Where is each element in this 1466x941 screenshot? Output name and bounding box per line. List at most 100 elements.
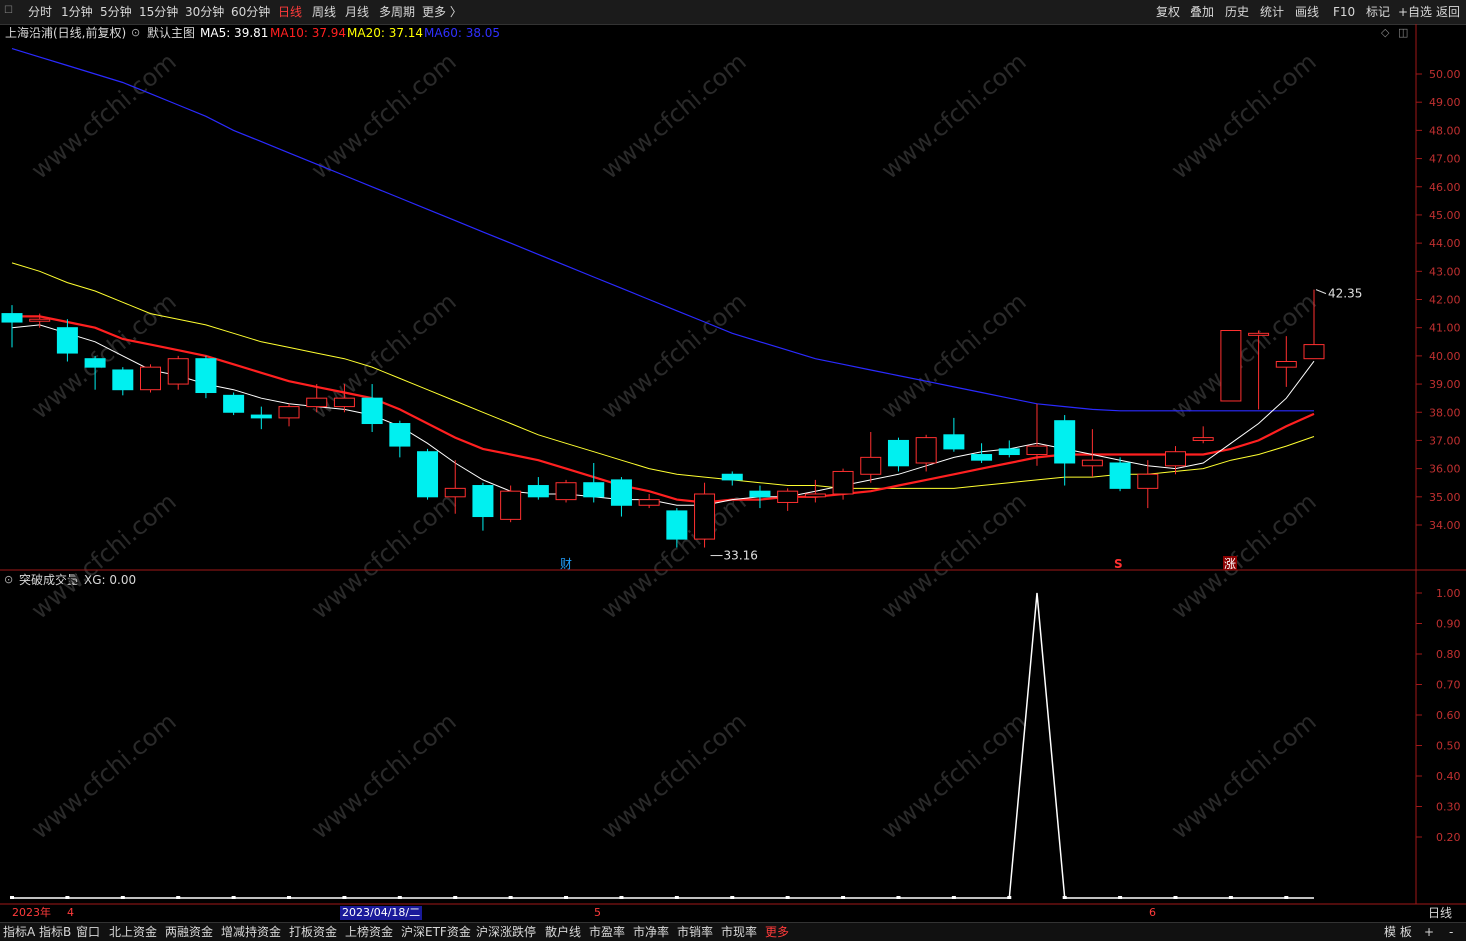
candle-body <box>666 510 688 540</box>
sub-y-tick-label: 0.80 <box>1436 648 1461 661</box>
watermark-text: www.cfchi.com <box>596 287 752 424</box>
candle <box>140 364 162 393</box>
candle-body <box>527 485 549 498</box>
candle <box>804 479 826 503</box>
watermark-text: www.cfchi.com <box>876 487 1032 624</box>
candle-body <box>915 437 937 464</box>
y-tick-label: 37.00 <box>1429 434 1461 447</box>
y-tick-label: 38.00 <box>1429 406 1461 419</box>
candle <box>417 448 439 500</box>
candle-body <box>832 470 854 495</box>
candle-body <box>1248 332 1270 336</box>
y-tick-label: 49.00 <box>1429 96 1461 109</box>
watermark-text: www.cfchi.com <box>26 487 182 624</box>
candle-body <box>444 487 466 498</box>
candle-body <box>361 397 383 425</box>
watermark-text: www.cfchi.com <box>1166 47 1322 184</box>
tab-top-list-fund[interactable]: 上榜资金 <box>345 924 393 940</box>
candle-body <box>29 318 51 322</box>
zoom-out-button[interactable]: - <box>1449 924 1453 940</box>
y-tick-label: 40.00 <box>1429 350 1461 363</box>
y-tick-label: 35.00 <box>1429 491 1461 504</box>
tab-pe[interactable]: 市盈率 <box>589 924 625 940</box>
candle-body <box>84 358 106 368</box>
candle <box>1109 457 1131 492</box>
xg-point <box>287 896 292 899</box>
watermark-text: www.cfchi.com <box>26 707 182 844</box>
candle-body <box>1275 361 1297 368</box>
y-tick-label: 45.00 <box>1429 209 1461 222</box>
zoom-in-button[interactable]: + <box>1424 924 1434 940</box>
candle <box>527 477 549 500</box>
xg-point <box>1284 896 1289 899</box>
candle <box>250 406 272 430</box>
watermark-text: www.cfchi.com <box>1166 707 1322 844</box>
watermark-text: www.cfchi.com <box>306 47 462 184</box>
x-label-june: 6 <box>1149 906 1156 919</box>
candle-body <box>860 456 882 475</box>
candle <box>112 367 134 396</box>
candle <box>1137 460 1159 509</box>
candle-body <box>56 327 78 354</box>
tab-indicator-b[interactable]: 指标B <box>39 924 71 940</box>
xg-line <box>12 592 1314 899</box>
candle <box>472 482 494 531</box>
tab-more[interactable]: 更多 <box>765 924 789 940</box>
tab-retail-line[interactable]: 散户线 <box>545 924 581 940</box>
candle <box>749 485 771 509</box>
candle-body <box>610 479 632 506</box>
xg-point <box>785 896 790 899</box>
xg-point <box>176 896 181 899</box>
tab-etf-fund[interactable]: 沪深ETF资金 <box>401 924 471 940</box>
tab-holding-change[interactable]: 增减持资金 <box>221 924 281 940</box>
main-y-axis: 34.00 35.00 36.00 37.00 38.00 39.00 40.00 41.00… <box>1416 68 1461 532</box>
tab-limit-stats[interactable]: 沪深涨跌停 <box>476 924 536 940</box>
xg-point <box>619 896 624 899</box>
candle <box>943 417 965 452</box>
tab-pb[interactable]: 市净率 <box>633 924 669 940</box>
sub-y-tick-label: 0.70 <box>1436 679 1461 692</box>
xg-point <box>951 896 956 899</box>
x-label-april: 4 <box>67 906 74 919</box>
candle-body <box>333 397 355 408</box>
tab-pcf[interactable]: 市现率 <box>721 924 757 940</box>
tab-northbound[interactable]: 北上资金 <box>109 924 157 940</box>
xg-point <box>1228 896 1233 899</box>
candles-group <box>1 289 1325 548</box>
marker-s: S <box>1114 557 1123 571</box>
y-tick-label: 34.00 <box>1429 519 1461 532</box>
xg-point <box>674 896 679 899</box>
kline-chart[interactable]: www.cfchi.com www.cfchi.com www.cfchi.com w… <box>0 0 1466 940</box>
xg-point <box>120 896 125 899</box>
candle-body <box>804 493 826 498</box>
tab-indicator-a[interactable]: 指标A <box>3 924 35 940</box>
candle <box>777 488 799 511</box>
template-button[interactable]: 模 板 <box>1384 924 1412 940</box>
candle-body <box>1137 473 1159 489</box>
candle-body <box>887 439 909 467</box>
candle-body <box>1220 330 1242 402</box>
x-label-year: 2023年 <box>12 906 51 919</box>
candle-body <box>250 414 272 419</box>
candle-body <box>278 406 300 419</box>
sub-indicator-group <box>10 592 1314 899</box>
tab-limit-up-fund[interactable]: 打板资金 <box>289 924 337 940</box>
xg-point <box>508 896 513 899</box>
sub-y-tick-label: 0.40 <box>1436 770 1461 783</box>
tab-ps[interactable]: 市销率 <box>677 924 713 940</box>
candle-body <box>389 423 411 447</box>
y-tick-label: 36.00 <box>1429 463 1461 476</box>
candle <box>638 493 660 509</box>
y-tick-label: 41.00 <box>1429 322 1461 335</box>
candle-body <box>555 482 577 501</box>
tab-margin[interactable]: 两融资金 <box>165 924 213 940</box>
candle-body <box>1026 445 1048 456</box>
candle <box>610 477 632 517</box>
tab-window[interactable]: 窗口 <box>76 924 100 940</box>
xg-point <box>730 896 735 899</box>
candle-body <box>583 482 605 498</box>
candle <box>223 392 245 416</box>
candle <box>694 482 716 548</box>
xg-point <box>841 896 846 899</box>
sub-y-tick-label: 1.00 <box>1436 587 1461 600</box>
